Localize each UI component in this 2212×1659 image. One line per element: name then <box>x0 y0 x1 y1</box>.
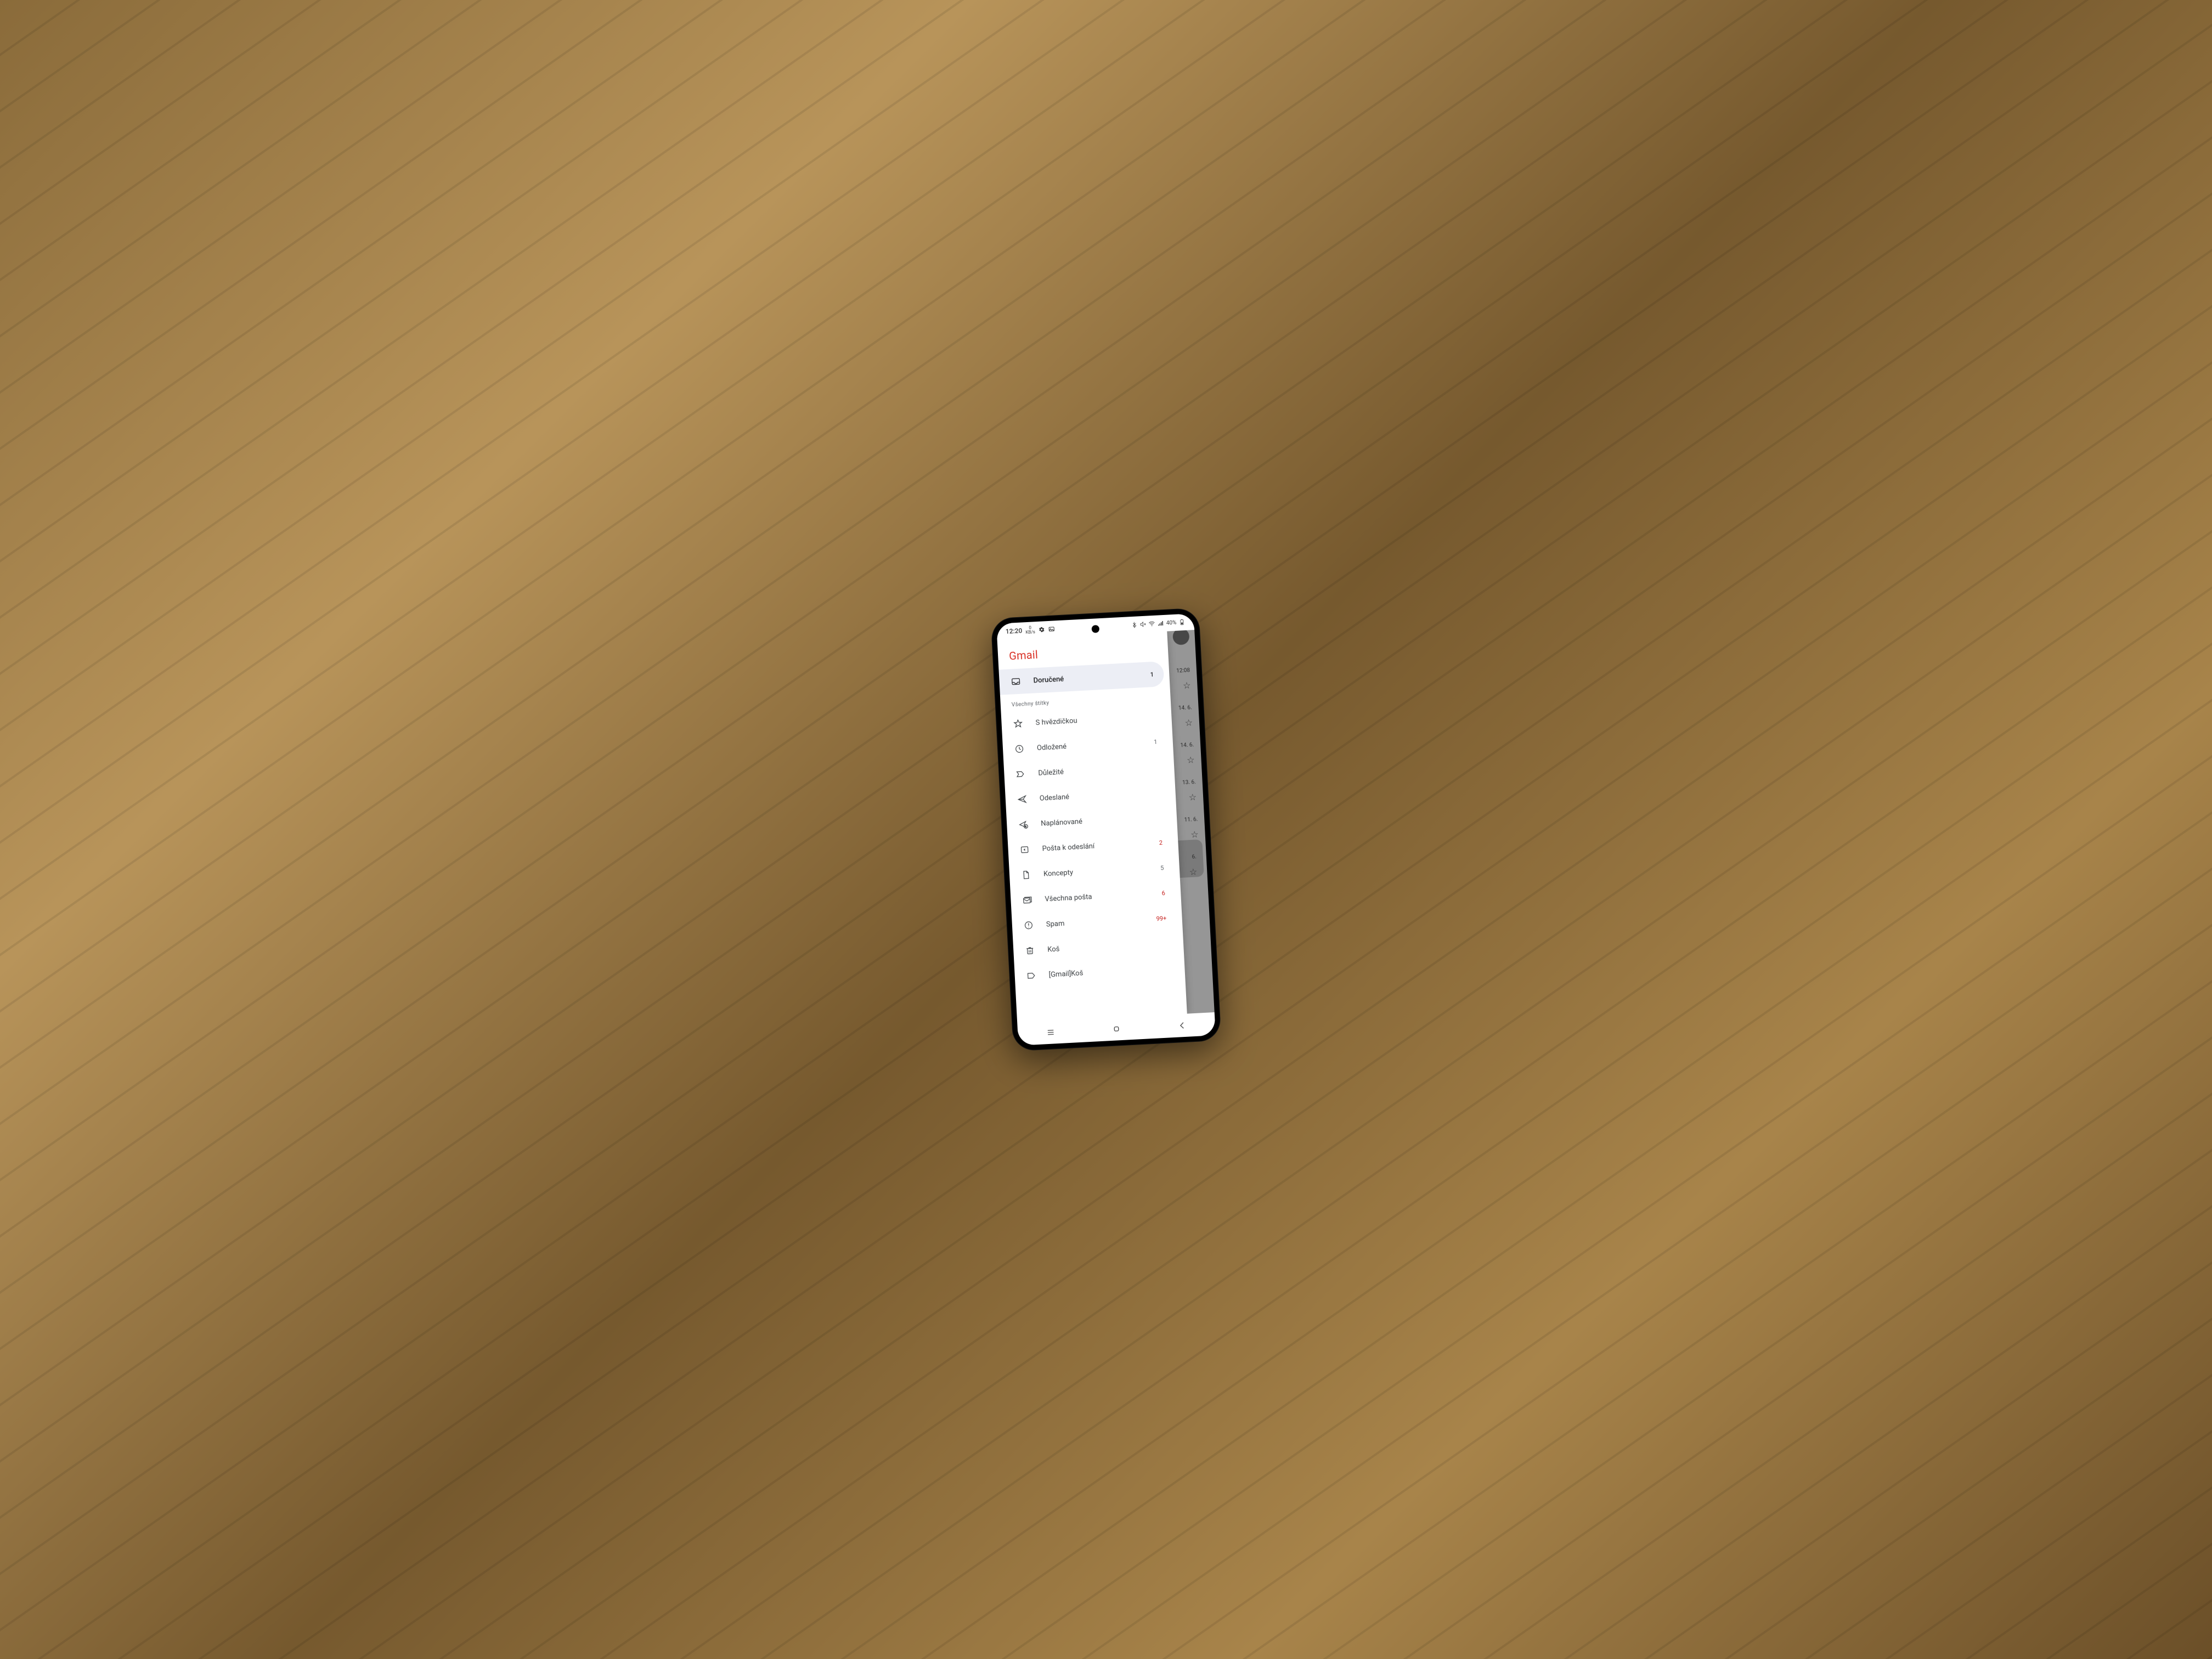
nav-item-label: Pošta k odeslání <box>1042 839 1141 853</box>
nav-recents-button[interactable] <box>1037 1026 1065 1038</box>
scheduled-icon <box>1018 819 1029 830</box>
nav-item-badge: 2 <box>1153 839 1163 847</box>
wifi-icon <box>1149 620 1156 628</box>
nav-item-badge <box>1150 792 1160 793</box>
inbox-row-time: 11. 6. <box>1184 816 1198 823</box>
nav-item-badge <box>1146 716 1156 717</box>
clock-icon <box>1014 743 1025 755</box>
battery-icon <box>1178 619 1186 626</box>
star-outline-icon[interactable]: ☆ <box>1188 792 1197 803</box>
star-outline-icon[interactable]: ☆ <box>1190 829 1199 840</box>
nav-item-label: Odložené <box>1037 738 1136 752</box>
status-time: 12:20 <box>1005 627 1022 636</box>
nav-item-badge: 6 <box>1155 889 1165 897</box>
screen: 12:20 0 KB/s <box>996 613 1216 1046</box>
inbox-row-time: 14. 6. <box>1178 705 1192 712</box>
nav-item-label: Naplánované <box>1041 814 1139 827</box>
outbox-icon <box>1019 844 1030 855</box>
bluetooth-icon <box>1131 621 1138 628</box>
send-icon <box>1016 793 1028 805</box>
nav-item-badge <box>1158 943 1168 944</box>
nav-item-badge <box>1159 968 1169 969</box>
nav-item-label: [Gmail]Koš <box>1048 966 1147 979</box>
nav-item-badge <box>1152 817 1161 818</box>
nav-item-label: Důležité <box>1038 764 1137 777</box>
account-avatar[interactable] <box>1172 630 1190 645</box>
nav-drawer[interactable]: Gmail Doručené 1 Všechny štítky S hvězdi… <box>997 631 1187 1023</box>
inbox-row-time: 6. <box>1192 854 1197 860</box>
star-outline-icon[interactable]: ☆ <box>1184 717 1193 728</box>
inbox-row-time: 14. 6. <box>1180 742 1194 748</box>
nav-item-label: Koš <box>1047 940 1146 953</box>
nav-back-button[interactable] <box>1168 1020 1196 1031</box>
nav-home-button[interactable] <box>1103 1023 1131 1035</box>
nav-item-badge: 5 <box>1154 864 1164 872</box>
trash-icon <box>1024 945 1036 956</box>
nav-item-label: Koncepty <box>1043 865 1142 878</box>
phone-frame: 12:20 0 KB/s <box>991 608 1222 1052</box>
spam-icon <box>1023 919 1034 931</box>
nav-item-label: Doručené <box>1033 672 1132 685</box>
content-area: 12:08 ☆ 14. 6. ☆ 14. 6. ☆ 13. 6. ☆ 11. 6… <box>997 630 1215 1023</box>
important-icon <box>1015 768 1026 780</box>
nav-item-label: S hvězdičkou <box>1035 714 1134 727</box>
nav-item-label: Odeslané <box>1039 789 1138 802</box>
nav-item-label: Spam <box>1046 915 1145 928</box>
nav-item-badge <box>1149 767 1159 768</box>
inbox-icon <box>1010 676 1022 687</box>
star-outline-icon[interactable]: ☆ <box>1183 680 1191 691</box>
draft-icon <box>1020 869 1032 881</box>
nav-item-badge: 99+ <box>1156 915 1166 922</box>
nav-item-badge: 1 <box>1147 738 1158 746</box>
signal-icon <box>1158 620 1165 627</box>
settings-icon <box>1038 626 1045 633</box>
image-icon <box>1048 625 1055 633</box>
nav-item-label: Všechna pošta <box>1045 890 1143 903</box>
allmail-icon <box>1022 894 1033 906</box>
nav-item-badge: 1 <box>1144 671 1154 679</box>
inbox-row-time: 12:08 <box>1176 668 1190 674</box>
status-battery-text: 40% <box>1166 619 1177 626</box>
star-icon <box>1012 718 1024 730</box>
mute-icon <box>1140 621 1147 628</box>
star-outline-icon[interactable]: ☆ <box>1187 754 1195 765</box>
star-outline-icon[interactable]: ☆ <box>1189 866 1197 877</box>
status-net-speed: 0 KB/s <box>1025 625 1035 635</box>
inbox-row-time: 13. 6. <box>1182 779 1196 786</box>
label-icon <box>1025 970 1037 981</box>
